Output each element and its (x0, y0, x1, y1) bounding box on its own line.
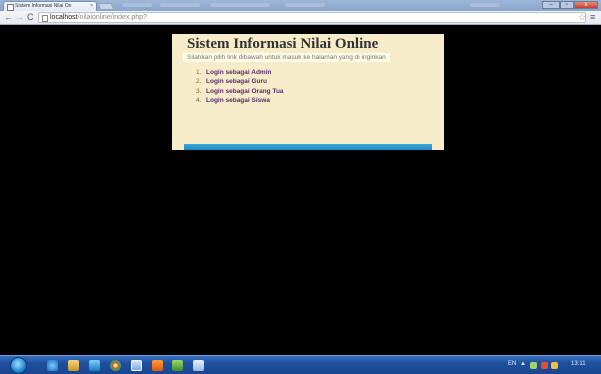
list-number: 1. (196, 69, 202, 76)
url-host: localhost (50, 14, 78, 21)
page-icon (42, 15, 48, 22)
list-item: 2. Login sebagai Guru (196, 77, 284, 86)
tab-title: Sistem Informasi Nilai On (15, 3, 72, 9)
login-guru-link[interactable]: Login sebagai Guru (206, 78, 267, 85)
tab-close-button[interactable]: × (90, 3, 93, 9)
list-item: 3. Login sebagai Orang Tua (196, 87, 284, 96)
page-viewport: Sistem Informasi Nilai Online Silahkan p… (0, 25, 601, 355)
page-subtitle: Silahkan pilih link dibawah untuk masuk … (183, 53, 390, 62)
login-admin-link[interactable]: Login sebagai Admin (206, 69, 272, 76)
new-tab-button[interactable] (97, 3, 115, 10)
list-number: 3. (196, 87, 202, 95)
forward-arrow-icon[interactable]: → (15, 12, 24, 22)
minimize-button[interactable]: – (542, 1, 560, 9)
close-window-button[interactable]: x (574, 1, 598, 9)
taskbar-ghost-text (470, 3, 500, 7)
taskbar-ghost-text (210, 3, 270, 7)
page-favicon-icon (7, 4, 14, 11)
list-item: 1. Login sebagai Admin (196, 68, 284, 77)
tray-expand-icon[interactable]: ▲ (520, 361, 526, 367)
browser-toolbar: ← → C localhost/nilaionline/index.php? ☆… (0, 11, 601, 25)
network-tray-icon[interactable] (530, 362, 537, 369)
photoshop-icon[interactable] (131, 360, 142, 371)
bookmark-star-icon[interactable]: ☆ (578, 12, 586, 22)
page-title: Sistem Informasi Nilai Online (187, 36, 379, 52)
address-bar[interactable]: localhost/nilaionline/index.php? (38, 12, 586, 23)
xampp-icon[interactable] (152, 360, 163, 371)
browser-tab[interactable]: Sistem Informasi Nilai On × (3, 1, 97, 11)
internet-explorer-icon[interactable] (47, 360, 58, 371)
windows-taskbar: EN ▲ 13:11 (0, 355, 601, 374)
file-explorer-icon[interactable] (68, 360, 79, 371)
language-indicator[interactable]: EN (508, 361, 516, 367)
content-panel: Sistem Informasi Nilai Online Silahkan p… (172, 34, 444, 150)
login-siswa-link[interactable]: Login sebagai Siswa (206, 97, 270, 104)
word-icon[interactable] (193, 360, 204, 371)
media-player-icon[interactable] (89, 360, 100, 371)
taskbar-ghost-text (285, 3, 325, 7)
start-button[interactable] (10, 357, 27, 374)
taskbar-ghost-text (122, 3, 152, 7)
back-arrow-icon[interactable]: ← (4, 12, 13, 22)
taskbar-ghost-text (160, 3, 200, 7)
browser-menu-icon[interactable]: ≡ (590, 12, 595, 22)
antivirus-tray-icon[interactable] (541, 362, 548, 369)
list-number: 4. (196, 96, 202, 104)
chrome-icon[interactable] (110, 360, 121, 371)
list-number: 2. (196, 78, 202, 86)
notepad-icon[interactable] (172, 360, 183, 371)
footer-bar (184, 144, 432, 150)
list-item: 4. Login sebagai Siswa (196, 96, 284, 105)
maximize-button[interactable]: ▫ (560, 1, 574, 9)
clock[interactable]: 13:11 (571, 361, 586, 367)
url-path: /nilaionline/index.php? (77, 14, 147, 21)
action-center-icon[interactable] (551, 362, 558, 369)
url-text: localhost/nilaionline/index.php? (50, 14, 147, 22)
tab-strip: Sistem Informasi Nilai On × – ▫ x (0, 0, 601, 11)
login-orang-tua-link[interactable]: Login sebagai Orang Tua (206, 88, 284, 95)
login-link-list: 1. Login sebagai Admin 2. Login sebagai Gu… (196, 68, 284, 105)
reload-icon[interactable]: C (27, 12, 34, 22)
